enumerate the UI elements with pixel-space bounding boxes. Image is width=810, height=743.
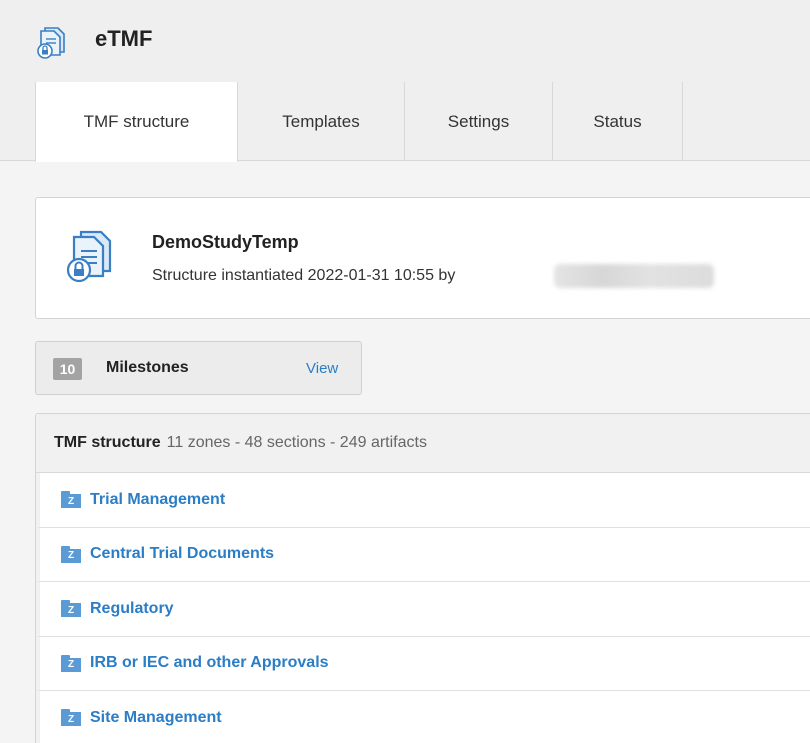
milestones-view-link[interactable]: View: [306, 360, 338, 377]
study-instantiated-text: Structure instantiated 2022-01-31 10:55 …: [152, 267, 456, 284]
locked-documents-icon: [66, 230, 112, 283]
tab-tmf-structure[interactable]: TMF structure: [35, 82, 238, 162]
tmf-structure-header: TMF structure 11 zones - 48 sections - 2…: [36, 414, 810, 473]
zone-name[interactable]: Trial Management: [90, 491, 225, 509]
zone-row[interactable]: Z Central Trial Documents: [36, 527, 810, 582]
milestones-label: Milestones: [106, 359, 189, 376]
redacted-user-name: [554, 264, 714, 288]
zone-row[interactable]: Z Site Management: [36, 691, 810, 743]
zone-row[interactable]: Z Regulatory: [36, 582, 810, 637]
study-name: DemoStudyTemp: [152, 232, 299, 252]
tmf-structure-title: TMF structure: [54, 434, 161, 451]
etmf-page: eTMF TMF structure Templates Settings St…: [0, 0, 810, 743]
app-header: eTMF: [0, 0, 810, 82]
tmf-structure-panel: TMF structure 11 zones - 48 sections - 2…: [35, 413, 810, 743]
zone-list: Z Trial Management Z Central Trial Docum…: [36, 473, 810, 743]
tab-settings[interactable]: Settings: [405, 82, 553, 161]
zone-folder-icon: Z: [61, 545, 81, 563]
zone-name[interactable]: Regulatory: [90, 600, 174, 618]
milestones-count-badge: 10: [53, 358, 82, 380]
tab-templates[interactable]: Templates: [238, 82, 405, 161]
tab-bar: TMF structure Templates Settings Status: [0, 82, 810, 162]
app-title: eTMF: [95, 26, 153, 51]
zone-folder-icon: Z: [61, 600, 81, 618]
study-card: DemoStudyTemp Structure instantiated 202…: [35, 197, 810, 319]
zone-row[interactable]: Z IRB or IEC and other Approvals: [36, 636, 810, 691]
zone-name[interactable]: Central Trial Documents: [90, 545, 274, 563]
tmf-structure-summary: 11 zones - 48 sections - 249 artifacts: [166, 434, 427, 451]
tab-status[interactable]: Status: [553, 82, 683, 161]
milestones-box: 10 Milestones View: [35, 341, 362, 395]
zone-folder-icon: Z: [61, 491, 81, 509]
locked-documents-icon: [37, 27, 65, 59]
zone-name[interactable]: IRB or IEC and other Approvals: [90, 654, 329, 672]
zone-name[interactable]: Site Management: [90, 709, 222, 727]
zone-folder-icon: Z: [61, 709, 81, 727]
zone-row[interactable]: Z Trial Management: [36, 473, 810, 528]
zone-folder-icon: Z: [61, 654, 81, 672]
